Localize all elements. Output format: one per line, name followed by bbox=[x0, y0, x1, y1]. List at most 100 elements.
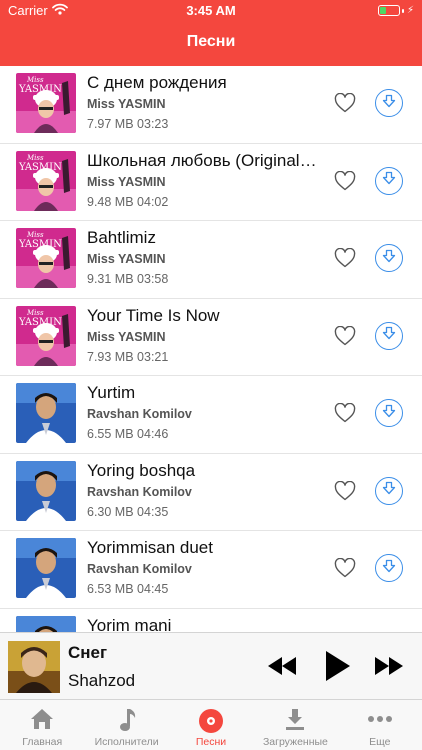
fast-forward-icon bbox=[375, 657, 403, 679]
song-artist: Miss YASMIN bbox=[87, 174, 166, 189]
download-arrow-icon bbox=[382, 249, 396, 268]
tab-artists[interactable]: Исполнители bbox=[84, 700, 168, 750]
previous-button[interactable] bbox=[268, 657, 296, 680]
song-duration: 04:46 bbox=[137, 427, 169, 441]
song-size: 7.93 MB bbox=[87, 349, 134, 364]
now-playing-title: Снег bbox=[68, 643, 108, 662]
tab-songs[interactable]: Песни bbox=[169, 700, 253, 750]
favorite-button[interactable] bbox=[334, 480, 356, 501]
favorite-button[interactable] bbox=[334, 325, 356, 346]
song-meta: 9.31 MB 03:58 bbox=[87, 272, 168, 286]
song-row[interactable]: Miss YASMIN С днем рождения Miss YASMIN 7.97… bbox=[0, 66, 422, 144]
svg-text:YASMIN: YASMIN bbox=[18, 84, 62, 95]
favorite-button[interactable] bbox=[334, 92, 356, 113]
song-meta: 7.97 MB 03:23 bbox=[87, 117, 168, 131]
song-size: 6.53 MB bbox=[87, 582, 134, 596]
tab-label: Главная bbox=[22, 736, 63, 748]
song-list[interactable]: Miss YASMIN С днем рождения Miss YASMIN 7.97… bbox=[0, 66, 422, 632]
song-meta: 6.53 MB 04:45 bbox=[87, 582, 168, 596]
charging-bolt-icon: ⚡ bbox=[406, 5, 414, 16]
song-artist: Ravshan Komilov bbox=[87, 484, 192, 499]
song-title: Школьная любовь (Original Mix) bbox=[87, 150, 319, 170]
next-button[interactable] bbox=[375, 657, 403, 680]
album-cover: Miss YASMIN bbox=[16, 73, 76, 133]
more-icon bbox=[367, 708, 393, 735]
now-playing-cover bbox=[8, 641, 60, 693]
rewind-icon bbox=[268, 657, 296, 679]
heart-icon bbox=[334, 557, 356, 582]
download-arrow-icon bbox=[382, 326, 396, 345]
song-duration: 04:35 bbox=[137, 504, 169, 519]
download-button[interactable] bbox=[375, 321, 403, 350]
song-title: Yorim mani bbox=[87, 615, 172, 633]
home-icon bbox=[30, 708, 54, 735]
song-title: Bahtlimiz bbox=[87, 228, 156, 247]
favorite-button[interactable] bbox=[334, 402, 356, 423]
song-title: Yurtim bbox=[87, 383, 136, 402]
download-button[interactable] bbox=[375, 554, 403, 582]
download-button[interactable] bbox=[375, 166, 403, 195]
top-bar: Carrier 3:45 AM ⚡ Песни bbox=[0, 0, 422, 66]
download-tray-icon bbox=[284, 708, 306, 737]
favorite-button[interactable] bbox=[334, 247, 356, 268]
download-button[interactable] bbox=[375, 89, 403, 117]
song-row[interactable]: Yurtim Ravshan Komilov 6.55 MB 04:46 bbox=[0, 376, 422, 454]
heart-icon bbox=[334, 247, 356, 272]
tab-label: Исполнители bbox=[94, 736, 159, 748]
song-size: 9.48 MB bbox=[87, 194, 134, 209]
battery-icon: ⚡ bbox=[377, 5, 414, 16]
song-size: 9.31 MB bbox=[87, 272, 134, 286]
song-row[interactable]: Miss YASMIN Your Time Is Now Miss YASMIN 7.9… bbox=[0, 299, 422, 376]
play-button[interactable] bbox=[326, 651, 350, 686]
favorite-button[interactable] bbox=[334, 170, 356, 191]
download-arrow-icon bbox=[382, 171, 396, 190]
download-arrow-icon bbox=[382, 94, 396, 113]
album-cover: Miss YASMIN bbox=[16, 228, 76, 288]
tab-bar: Главная Исполнители Песни Загруженные Еще bbox=[0, 700, 422, 750]
now-playing-artist: Shahzod bbox=[68, 671, 136, 690]
svg-text:Miss: Miss bbox=[26, 154, 44, 162]
music-note-icon bbox=[117, 708, 137, 737]
download-arrow-icon bbox=[382, 559, 396, 578]
album-cover bbox=[16, 383, 76, 443]
song-size: 7.97 MB bbox=[87, 117, 134, 131]
svg-text:Miss: Miss bbox=[26, 309, 44, 317]
song-title: Yorimmisan duet bbox=[87, 538, 213, 557]
download-button[interactable] bbox=[375, 476, 403, 505]
tab-more[interactable]: Еще bbox=[338, 700, 422, 750]
album-cover: Miss YASMIN bbox=[16, 150, 76, 211]
tab-home[interactable]: Главная bbox=[0, 700, 84, 750]
download-button[interactable] bbox=[375, 399, 403, 427]
download-button[interactable] bbox=[375, 244, 403, 272]
album-cover bbox=[16, 460, 76, 521]
song-artist: Ravshan Komilov bbox=[87, 562, 192, 576]
song-row[interactable]: Miss YASMIN Bahtlimiz Miss YASMIN 9.31 MB 03… bbox=[0, 221, 422, 299]
song-row[interactable]: Miss YASMIN Школьная любовь (Original Mix)… bbox=[0, 144, 422, 221]
song-duration: 03:58 bbox=[137, 272, 169, 286]
song-row[interactable]: Yoring boshqa Ravshan Komilov 6.30 MB 04:3… bbox=[0, 454, 422, 531]
svg-text:YASMIN: YASMIN bbox=[18, 162, 62, 173]
svg-text:Miss: Miss bbox=[26, 231, 44, 239]
song-title: Yoring boshqa bbox=[87, 460, 196, 480]
song-artist: Ravshan Komilov bbox=[87, 407, 192, 421]
download-arrow-icon bbox=[382, 481, 396, 500]
album-cover: Miss YASMIN bbox=[16, 305, 76, 366]
heart-icon bbox=[334, 170, 356, 195]
heart-icon bbox=[334, 480, 356, 505]
album-cover bbox=[16, 538, 76, 598]
heart-icon bbox=[334, 325, 356, 350]
song-row[interactable]: Yorimmisan duet Ravshan Komilov 6.53 MB 04… bbox=[0, 531, 422, 609]
song-duration: 03:23 bbox=[137, 117, 169, 131]
song-meta: 6.55 MB 04:46 bbox=[87, 427, 168, 441]
song-row[interactable]: Yorim mani bbox=[0, 609, 422, 633]
download-arrow-icon bbox=[382, 404, 396, 423]
mini-player[interactable]: Снег Shahzod bbox=[0, 632, 422, 700]
heart-icon bbox=[334, 402, 356, 427]
tab-downloads[interactable]: Загруженные bbox=[253, 700, 337, 750]
favorite-button[interactable] bbox=[334, 557, 356, 578]
page-title: Песни bbox=[186, 33, 236, 50]
song-size: 6.55 MB bbox=[87, 427, 134, 441]
album-cover bbox=[16, 615, 76, 632]
status-time: 3:45 AM bbox=[186, 3, 236, 18]
song-title: С днем рождения bbox=[87, 73, 227, 92]
